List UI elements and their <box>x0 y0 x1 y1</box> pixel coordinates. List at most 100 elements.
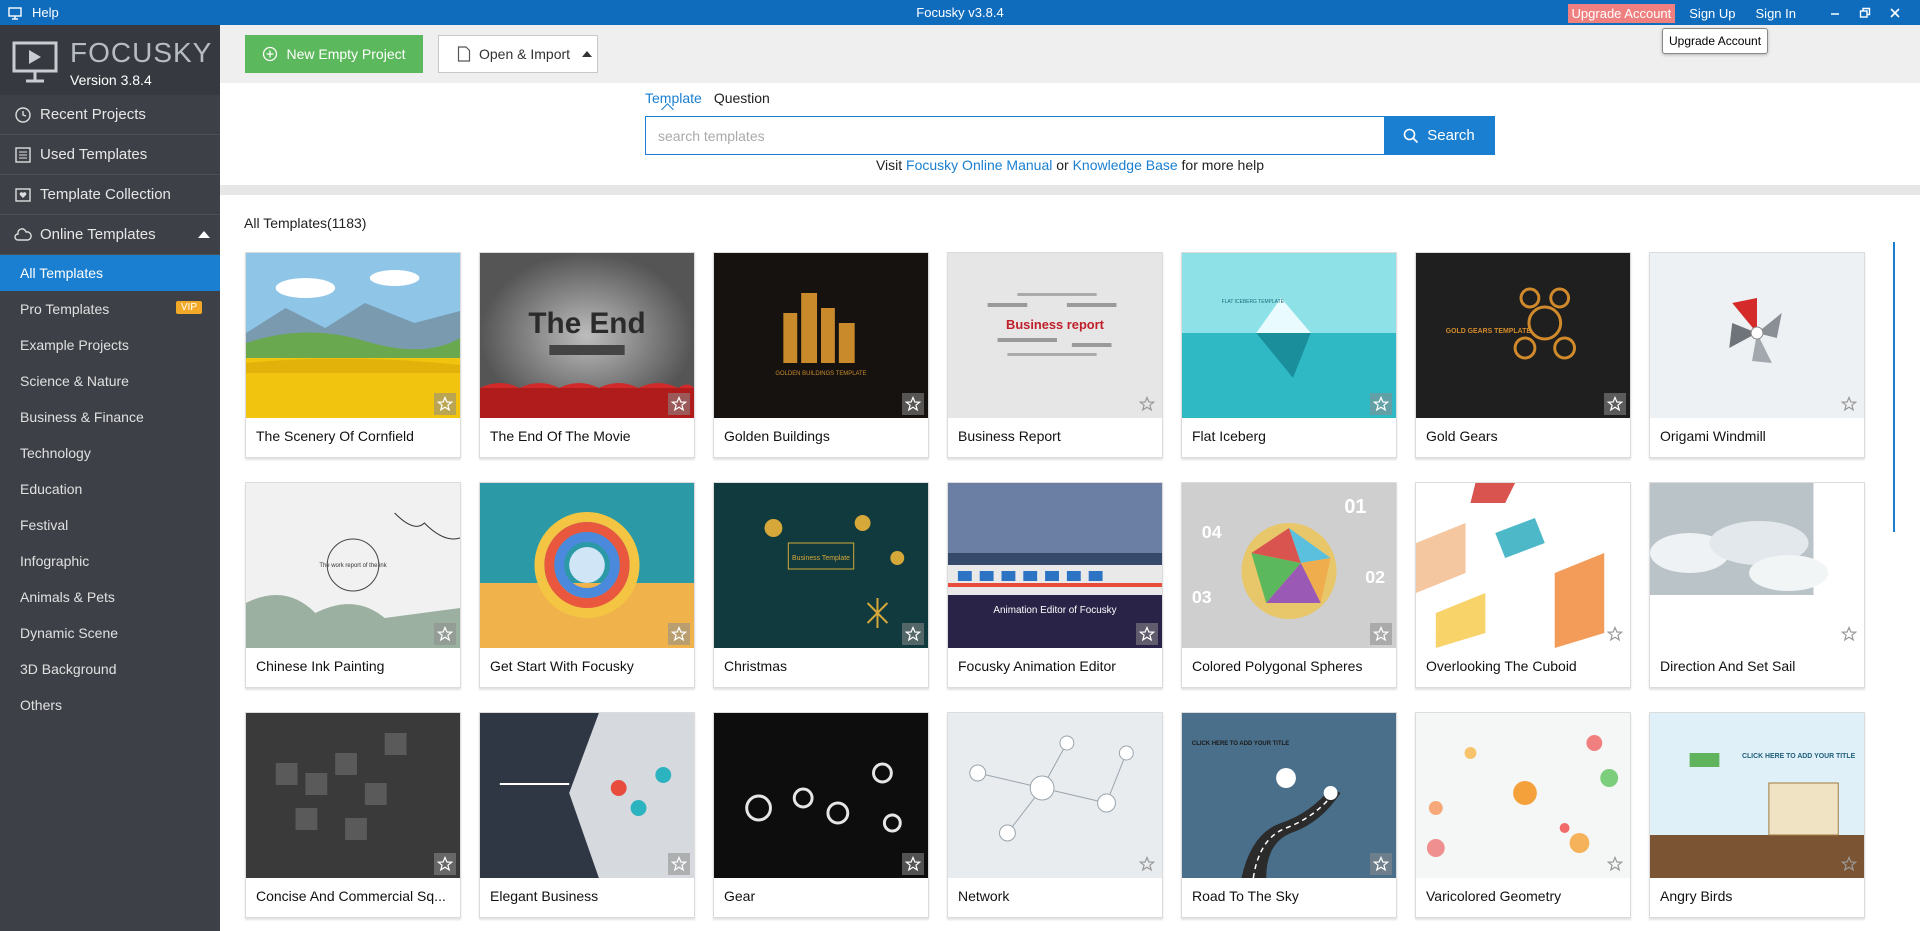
template-thumbnail[interactable]: The work report of the ink <box>246 483 460 648</box>
sidebar-subitem-dynamic-scene[interactable]: Dynamic Scene <box>0 615 220 651</box>
template-thumbnail[interactable] <box>480 483 694 648</box>
favorite-star-icon[interactable] <box>1370 853 1392 875</box>
template-thumbnail[interactable]: GOLD GEARS TEMPLATE <box>1416 253 1630 418</box>
favorite-star-icon[interactable] <box>668 623 690 645</box>
template-thumbnail[interactable]: CLICK HERE TO ADD YOUR TITLE <box>1182 713 1396 878</box>
favorite-star-icon[interactable] <box>668 853 690 875</box>
sign-in-link[interactable]: Sign In <box>1756 6 1796 21</box>
sidebar-subitem-education[interactable]: Education <box>0 471 220 507</box>
template-thumbnail[interactable] <box>714 713 928 878</box>
search-input[interactable] <box>646 117 1384 154</box>
template-thumbnail[interactable]: Business Template <box>714 483 928 648</box>
sidebar-item-used-templates[interactable]: Used Templates <box>0 135 220 175</box>
template-card-road-to-the-sky[interactable]: CLICK HERE TO ADD YOUR TITLE Road To The … <box>1181 712 1397 918</box>
favorite-star-icon[interactable] <box>1838 853 1860 875</box>
template-thumbnail[interactable] <box>1416 483 1630 648</box>
sidebar-subitem-example-projects[interactable]: Example Projects <box>0 327 220 363</box>
template-thumbnail[interactable]: Animation Editor of Focusky <box>948 483 1162 648</box>
template-card-get-start-with-focusky[interactable]: Get Start With Focusky <box>479 482 695 688</box>
template-card-focusky-animation-editor[interactable]: Animation Editor of Focusky Focusky Anima… <box>947 482 1163 688</box>
knowledge-base-link[interactable]: Knowledge Base <box>1073 157 1178 173</box>
favorite-star-icon[interactable] <box>1604 393 1626 415</box>
template-thumbnail[interactable] <box>1416 713 1630 878</box>
favorite-star-icon[interactable] <box>1370 623 1392 645</box>
collapse-arrow-icon[interactable] <box>198 231 210 238</box>
favorite-star-icon[interactable] <box>1604 853 1626 875</box>
template-thumbnail[interactable]: FLAT ICEBERG TEMPLATE <box>1182 253 1396 418</box>
template-thumbnail[interactable]: CLICK HERE TO ADD YOUR TITLE <box>1650 713 1864 878</box>
template-card-colored-polygonal-spheres[interactable]: 01 04 03 02 Colored Polygonal Spheres <box>1181 482 1397 688</box>
template-card-angry-birds[interactable]: CLICK HERE TO ADD YOUR TITLE Angry Birds <box>1649 712 1865 918</box>
favorite-star-icon[interactable] <box>902 623 924 645</box>
favorite-star-icon[interactable] <box>1838 623 1860 645</box>
restore-button[interactable] <box>1850 3 1880 23</box>
sidebar-subitem-business-finance[interactable]: Business & Finance <box>0 399 220 435</box>
template-card-the-end-of-the-movie[interactable]: The End The End Of The Movie <box>479 252 695 458</box>
favorite-star-icon[interactable] <box>434 393 456 415</box>
favorite-star-icon[interactable] <box>434 623 456 645</box>
sidebar-subitem-science-nature[interactable]: Science & Nature <box>0 363 220 399</box>
scrollbar[interactable] <box>1893 242 1895 532</box>
close-button[interactable] <box>1880 3 1910 23</box>
template-thumbnail[interactable] <box>480 713 694 878</box>
help-menu[interactable]: Help <box>8 5 59 20</box>
favorite-star-icon[interactable] <box>1136 623 1158 645</box>
upgrade-account-button[interactable]: Upgrade Account <box>1567 3 1676 23</box>
sidebar-subitem-pro-templates[interactable]: Pro Templates VIP <box>0 291 220 327</box>
template-thumbnail[interactable] <box>246 253 460 418</box>
template-card-business-report[interactable]: Business report Business Report <box>947 252 1163 458</box>
sidebar-subitem-animals-pets[interactable]: Animals & Pets <box>0 579 220 615</box>
sidebar-subitem-all-templates[interactable]: All Templates <box>0 255 220 291</box>
sidebar-subitem-festival[interactable]: Festival <box>0 507 220 543</box>
sidebar-subitem-technology[interactable]: Technology <box>0 435 220 471</box>
template-card-elegant-business[interactable]: Elegant Business <box>479 712 695 918</box>
tab-template[interactable]: Template <box>645 90 702 112</box>
help-label[interactable]: Help <box>32 5 59 20</box>
sign-up-link[interactable]: Sign Up <box>1689 6 1735 21</box>
template-card-christmas[interactable]: Business Template Christmas <box>713 482 929 688</box>
online-manual-link[interactable]: Focusky Online Manual <box>906 157 1052 173</box>
sidebar-subitem-3d-background[interactable]: 3D Background <box>0 651 220 687</box>
sidebar-item-recent-projects[interactable]: Recent Projects <box>0 95 220 135</box>
template-card-varicolored-geometry[interactable]: Varicolored Geometry <box>1415 712 1631 918</box>
new-empty-project-button[interactable]: New Empty Project <box>245 35 423 73</box>
template-card-direction-and-set-sail[interactable]: Direction And Set Sail <box>1649 482 1865 688</box>
template-thumbnail[interactable]: The End <box>480 253 694 418</box>
template-thumbnail[interactable] <box>1650 483 1864 648</box>
template-thumbnail[interactable] <box>246 713 460 878</box>
sidebar-item-online-templates[interactable]: Online Templates <box>0 215 220 255</box>
template-card-the-scenery-of-cornfield[interactable]: The Scenery Of Cornfield <box>245 252 461 458</box>
template-card-network[interactable]: Network <box>947 712 1163 918</box>
template-thumbnail[interactable]: 01 04 03 02 <box>1182 483 1396 648</box>
favorite-star-icon[interactable] <box>902 393 924 415</box>
sidebar-subitem-others[interactable]: Others <box>0 687 220 723</box>
template-card-flat-iceberg[interactable]: FLAT ICEBERG TEMPLATE Flat Iceberg <box>1181 252 1397 458</box>
sidebar-subitem-infographic[interactable]: Infographic <box>0 543 220 579</box>
favorite-star-icon[interactable] <box>1136 853 1158 875</box>
favorite-star-icon[interactable] <box>668 393 690 415</box>
minimize-button[interactable] <box>1820 3 1850 23</box>
favorite-star-icon[interactable] <box>434 853 456 875</box>
template-card-overlooking-the-cuboid[interactable]: Overlooking The Cuboid <box>1415 482 1631 688</box>
favorite-star-icon[interactable] <box>1370 393 1392 415</box>
template-thumbnail[interactable] <box>948 713 1162 878</box>
favorite-star-icon[interactable] <box>1136 393 1158 415</box>
open-import-button[interactable]: Open & Import <box>438 35 598 73</box>
template-card-chinese-ink-painting[interactable]: The work report of the ink Chinese Ink Pa… <box>245 482 461 688</box>
template-card-gear[interactable]: Gear <box>713 712 929 918</box>
template-thumbnail[interactable]: GOLDEN BUILDINGS TEMPLATE <box>714 253 928 418</box>
app-logo: FOCUSKY Version 3.8.4 <box>0 25 220 95</box>
favorite-star-icon[interactable] <box>1604 623 1626 645</box>
search-button[interactable]: Search <box>1384 117 1494 154</box>
template-card-gold-gears[interactable]: GOLD GEARS TEMPLATE Gold Gears <box>1415 252 1631 458</box>
template-card-golden-buildings[interactable]: GOLDEN BUILDINGS TEMPLATE Golden Building… <box>713 252 929 458</box>
tab-question[interactable]: Question <box>714 90 770 112</box>
template-card-concise-and-commercial-sq[interactable]: Concise And Commercial Sq... <box>245 712 461 918</box>
favorite-star-icon[interactable] <box>1838 393 1860 415</box>
sidebar-item-template-collection[interactable]: Template Collection <box>0 175 220 215</box>
template-thumbnail[interactable] <box>1650 253 1864 418</box>
favorite-star-icon[interactable] <box>902 853 924 875</box>
template-card-origami-windmill[interactable]: Origami Windmill <box>1649 252 1865 458</box>
thumbnail-art <box>246 713 460 878</box>
template-thumbnail[interactable]: Business report <box>948 253 1162 418</box>
